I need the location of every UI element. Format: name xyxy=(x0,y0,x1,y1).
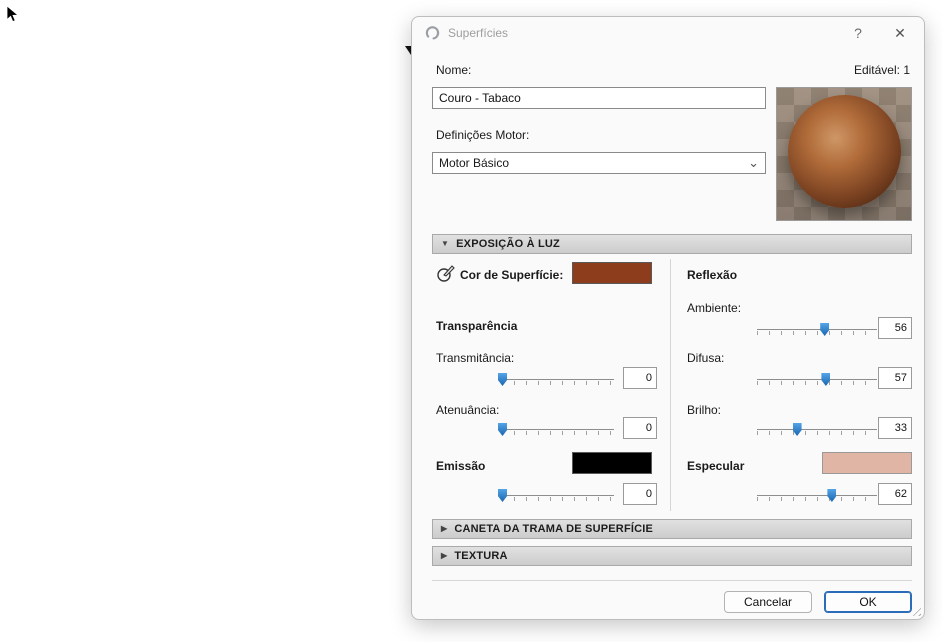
slider-track[interactable] xyxy=(757,429,877,430)
section-collapsed-icon: ▶ xyxy=(441,551,448,560)
especular-value[interactable] xyxy=(878,483,912,505)
brilho-value[interactable] xyxy=(878,417,912,439)
engine-select[interactable]: Motor Básico ⌄ xyxy=(432,152,766,174)
section-header-exposure[interactable]: ▼ EXPOSIÇÃO À LUZ xyxy=(432,234,912,254)
transmitancia-slider[interactable] xyxy=(498,373,614,387)
help-button[interactable]: ? xyxy=(838,17,878,49)
atenuancia-value[interactable] xyxy=(623,417,657,439)
engine-label: Definições Motor: xyxy=(436,128,530,142)
column-divider xyxy=(670,259,671,511)
emissao-label: Emissão xyxy=(436,459,486,473)
section-header-pen[interactable]: ▶ CANETA DA TRAMA DE SUPERFÍCIE xyxy=(432,519,912,539)
emissao-value[interactable] xyxy=(623,483,657,505)
transmitancia-value[interactable] xyxy=(623,367,657,389)
material-preview-sphere xyxy=(788,95,901,208)
section-header-pen-label: CANETA DA TRAMA DE SUPERFÍCIE xyxy=(454,523,654,535)
section-expanded-icon: ▼ xyxy=(441,239,450,248)
slider-ticks xyxy=(757,331,877,335)
slider-track[interactable] xyxy=(757,495,877,496)
transmitancia-label: Transmitância: xyxy=(436,351,515,365)
reflection-label: Reflexão xyxy=(687,268,738,282)
slider-ticks xyxy=(757,381,877,385)
especular-label: Especular xyxy=(687,459,745,473)
brilho-slider[interactable] xyxy=(757,423,877,437)
mouse-cursor xyxy=(6,5,20,23)
slider-ticks xyxy=(502,381,614,385)
brilho-label: Brilho: xyxy=(687,403,722,417)
transparency-label: Transparência xyxy=(436,319,518,333)
engine-select-value: Motor Básico xyxy=(439,156,510,170)
section-header-texture-label: TEXTURA xyxy=(454,550,508,562)
slider-track[interactable] xyxy=(502,379,614,380)
slider-ticks xyxy=(757,431,877,435)
dialog-title: Superfícies xyxy=(448,26,509,40)
atenuancia-label: Atenuância: xyxy=(436,403,500,417)
app-icon xyxy=(425,26,440,40)
close-button[interactable]: ✕ xyxy=(880,17,920,49)
especular-slider[interactable] xyxy=(757,489,877,503)
surface-color-swatch[interactable] xyxy=(572,262,652,284)
dialog-titlebar[interactable]: Superfícies ? ✕ xyxy=(412,17,924,49)
ambiente-value[interactable] xyxy=(878,317,912,339)
section-collapsed-icon: ▶ xyxy=(441,524,448,533)
slider-track[interactable] xyxy=(757,329,877,330)
slider-ticks xyxy=(502,431,614,435)
difusa-value[interactable] xyxy=(878,367,912,389)
slider-track[interactable] xyxy=(502,495,614,496)
especular-color-swatch[interactable] xyxy=(822,452,912,474)
ok-button[interactable]: OK xyxy=(824,591,912,613)
section-header-exposure-label: EXPOSIÇÃO À LUZ xyxy=(456,238,560,250)
slider-ticks xyxy=(502,497,614,501)
editable-count: Editável: 1 xyxy=(853,63,910,77)
surface-color-label: Cor de Superfície: xyxy=(460,268,564,282)
ambiente-label: Ambiente: xyxy=(687,301,742,315)
material-preview[interactable] xyxy=(776,87,912,221)
chevron-down-icon: ⌄ xyxy=(748,155,759,170)
superficies-dialog: Superfícies ? ✕ Nome: Editável: 1 Defini… xyxy=(411,16,925,620)
cancel-button[interactable]: Cancelar xyxy=(724,591,812,613)
emissao-slider[interactable] xyxy=(498,489,614,503)
slider-track[interactable] xyxy=(757,379,877,380)
name-input[interactable] xyxy=(432,87,766,109)
emissao-color-swatch[interactable] xyxy=(572,452,652,474)
slider-ticks xyxy=(757,497,877,501)
name-label: Nome: xyxy=(436,63,472,77)
footer-divider xyxy=(432,580,912,581)
atenuancia-slider[interactable] xyxy=(498,423,614,437)
difusa-label: Difusa: xyxy=(687,351,725,365)
difusa-slider[interactable] xyxy=(757,373,877,387)
ambiente-slider[interactable] xyxy=(757,323,877,337)
surface-color-icon xyxy=(437,265,455,282)
section-header-texture[interactable]: ▶ TEXTURA xyxy=(432,546,912,566)
slider-track[interactable] xyxy=(502,429,614,430)
